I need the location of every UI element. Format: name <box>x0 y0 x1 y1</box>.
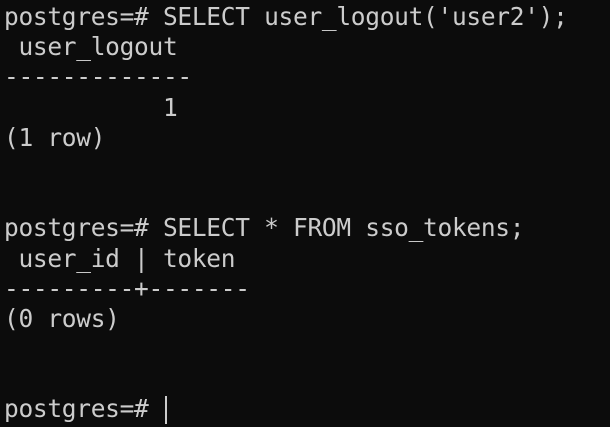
result-header-user-logout: user_logout <box>4 32 178 62</box>
row-count: (1 row) <box>4 122 106 152</box>
text-cursor <box>164 396 167 425</box>
terminal-window[interactable]: postgres=# SELECT user_logout('user2'); … <box>0 0 610 427</box>
result-header-tokens: user_id | token <box>4 243 236 273</box>
command-line-select-tokens: postgres=# SELECT * FROM sso_tokens; <box>4 213 525 243</box>
prompt: postgres=# <box>4 394 163 424</box>
result-value: 1 <box>4 92 178 122</box>
row-count: (0 rows) <box>4 303 120 333</box>
prompt-line[interactable]: postgres=# <box>4 394 610 425</box>
result-separator: ------------- <box>4 62 192 92</box>
command-line-user-logout: postgres=# SELECT user_logout('user2'); <box>4 2 568 31</box>
result-separator: ---------+------- <box>4 273 250 303</box>
